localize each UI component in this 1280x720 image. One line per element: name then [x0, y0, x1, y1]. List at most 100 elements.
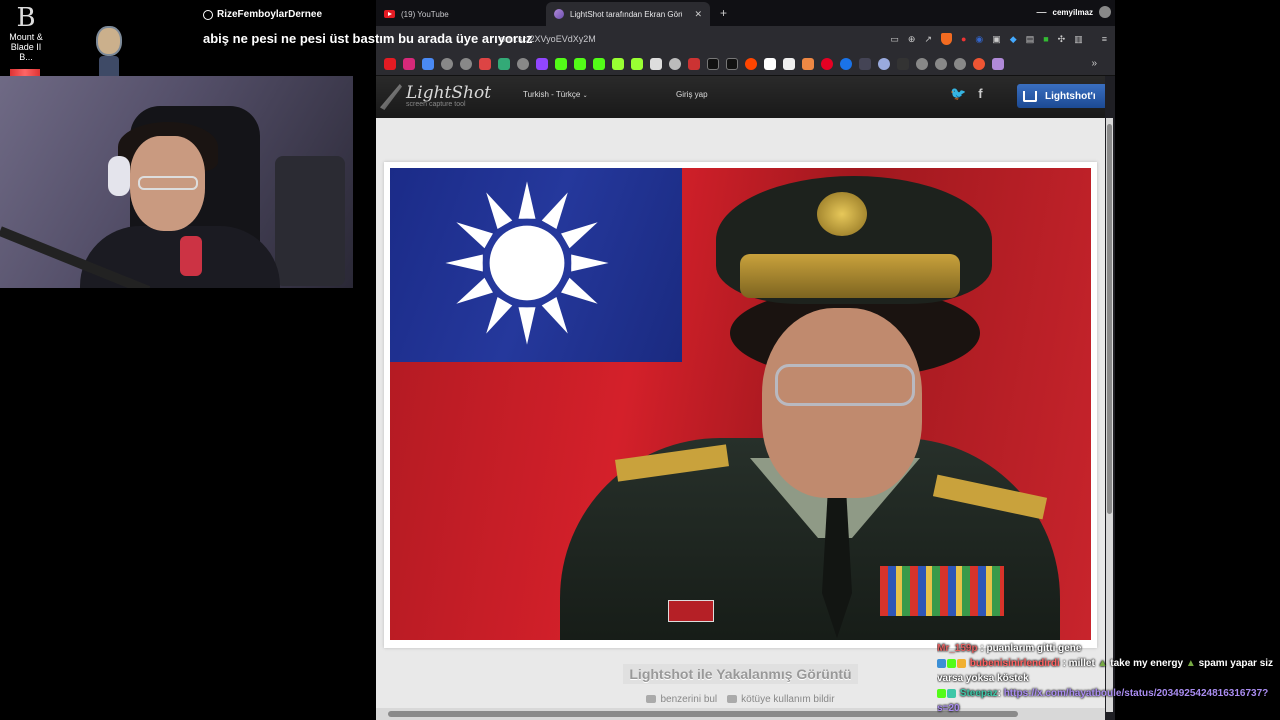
address-bar-actions: ▭ ⊕ ↗ ● ◉ ▣ ◆ ▤ ■ ✣ ▥ ≡: [890, 33, 1107, 45]
lightshot-icon: [554, 9, 564, 19]
bookmarks-more-button[interactable]: »: [1091, 58, 1097, 69]
install-label: Lightshot'ı: [1045, 90, 1096, 102]
minimize-icon[interactable]: —: [1037, 7, 1047, 18]
screenshot-image[interactable]: [390, 168, 1091, 640]
chat-text: take my energy: [1110, 658, 1184, 669]
bookmark-app-icon[interactable]: [878, 57, 890, 70]
bookmark-star-icon[interactable]: [631, 57, 643, 70]
desktop-shortcut-label: Mount & Blade II B...: [9, 32, 43, 62]
bookmark-youtube-icon[interactable]: [384, 57, 396, 70]
extension-icon[interactable]: ■: [1043, 34, 1048, 44]
bookmark-globe-icon[interactable]: [954, 57, 966, 70]
bookmark-p-icon[interactable]: [764, 57, 776, 70]
caption-title: Lightshot ile Yakalanmış Görüntü: [623, 664, 858, 684]
extension-icon[interactable]: ▣: [992, 34, 1001, 45]
new-tab-button[interactable]: +: [720, 6, 727, 20]
bookmark-kick-icon[interactable]: [593, 57, 605, 70]
bookmark-app-icon[interactable]: [802, 57, 814, 70]
install-button[interactable]: Lightshot'ı: [1017, 84, 1105, 108]
screen-icon[interactable]: ▭: [890, 34, 899, 45]
logo-name: LightShot: [406, 83, 492, 103]
bookmark-pinterest-icon[interactable]: [821, 57, 833, 70]
bookmark-translate-icon[interactable]: [422, 57, 434, 70]
bookmark-app-icon[interactable]: [783, 57, 795, 70]
login-link[interactable]: Giriş yap: [676, 90, 708, 99]
tab-lightshot[interactable]: LightShot tarafından Ekran Görü ✕: [546, 2, 710, 26]
chat-message-continued: varsa yoksa köstek: [937, 673, 1029, 684]
bookmark-globe-icon[interactable]: [517, 57, 529, 70]
chat-text: : millet: [1062, 658, 1095, 669]
cap-emblem-icon: [817, 192, 867, 236]
facebook-icon[interactable]: f: [978, 86, 982, 102]
lightshot-header: LightShot screen capture tool Turkish - …: [376, 76, 1105, 118]
language-select[interactable]: Turkish - Türkçe ⌄: [523, 90, 588, 99]
close-icon[interactable]: ✕: [694, 9, 702, 20]
bookmark-star-icon[interactable]: [612, 57, 624, 70]
find-similar-link[interactable]: benzerini bul: [646, 694, 717, 705]
vertical-scrollbar[interactable]: [1106, 118, 1113, 712]
report-abuse-link[interactable]: kötüye kullanım bildir: [727, 694, 835, 705]
share-icon[interactable]: ↗: [924, 34, 932, 45]
badge-icon: [937, 688, 946, 698]
bookmark-twitch-icon[interactable]: [536, 57, 548, 70]
tab-strip: (19) YouTube LightShot tarafından Ekran …: [376, 0, 1115, 26]
bookmark-globe-icon[interactable]: [916, 57, 928, 70]
tab-youtube[interactable]: (19) YouTube: [376, 2, 546, 26]
bookmark-app-icon[interactable]: [973, 57, 985, 70]
chat-link-continued[interactable]: s=20: [937, 701, 1280, 716]
chat-link[interactable]: https://x.com/hayatboule/status/20349254…: [1004, 688, 1269, 699]
desktop-shortcut-mount-blade[interactable]: B Mount & Blade II B...: [4, 4, 48, 62]
brave-shield-icon[interactable]: [940, 33, 952, 45]
badge-icon: [947, 658, 956, 668]
twitter-icon[interactable]: 🐦: [950, 86, 966, 102]
bookmark-x-icon[interactable]: [707, 57, 719, 70]
extension-icon[interactable]: ▤: [1026, 34, 1035, 45]
donor-name: RizeFemboylarDernee: [217, 9, 323, 20]
bookmark-globe-icon[interactable]: [441, 57, 453, 70]
profile-area[interactable]: — cemyilmaz: [1037, 6, 1111, 18]
lightshot-logo[interactable]: LightShot screen capture tool: [380, 84, 491, 110]
report-abuse-label: kötüye kullanım bildir: [741, 694, 835, 705]
bookmark-gmail-icon[interactable]: [479, 57, 491, 70]
lightshot-page: LightShot screen capture tool Turkish - …: [376, 76, 1105, 708]
bookmark-drive-icon[interactable]: [498, 57, 510, 70]
social-links: 🐦 f: [950, 86, 983, 102]
chat-text: : puanlarım gitti gene: [980, 643, 1082, 654]
bookmark-kick-icon[interactable]: [555, 57, 567, 70]
menu-icon[interactable]: ≡: [1102, 34, 1107, 44]
bookmark-anchor-icon[interactable]: [650, 57, 662, 70]
chevron-down-icon: ⌄: [582, 93, 588, 99]
bookmark-play-icon[interactable]: [840, 57, 852, 70]
bookmark-globe-icon[interactable]: [460, 57, 472, 70]
chat-username: bubenisinirlendirdi: [969, 658, 1060, 669]
sidebar-icon[interactable]: ▥: [1074, 34, 1083, 45]
chat-message: bubenisinirlendirdi : millet ▲ take my e…: [937, 656, 1280, 671]
bookmark-kick-icon[interactable]: [574, 57, 586, 70]
avatar[interactable]: [1099, 6, 1111, 18]
browser-window: (19) YouTube LightShot tarafından Ekran …: [376, 0, 1115, 720]
extension-icon[interactable]: ◆: [1010, 34, 1017, 45]
feather-icon: [380, 84, 402, 110]
chat-text: spamı yapar siz: [1198, 658, 1274, 669]
youtube-icon: [384, 10, 395, 18]
emote-icon: ▲: [1185, 658, 1196, 669]
emote-icon: ▲: [1097, 658, 1108, 669]
extension-icon[interactable]: ●: [961, 34, 966, 44]
bookmark-instagram-icon[interactable]: [403, 57, 415, 70]
chat-username: Mr_159p: [937, 643, 978, 654]
stream-screen: B Mount & Blade II B... RizeFemboylarDer…: [0, 0, 1280, 720]
bookmark-app-icon[interactable]: [688, 57, 700, 70]
bookmark-x-icon[interactable]: [726, 57, 738, 70]
extension-icon[interactable]: ◉: [975, 34, 983, 45]
extensions-puzzle-icon[interactable]: ✣: [1058, 34, 1066, 45]
chat-username: Steepaz: [959, 688, 998, 699]
tab-label: LightShot tarafından Ekran Görü: [570, 9, 682, 19]
bookmark-lightshot-icon[interactable]: [992, 57, 1004, 70]
bookmark-app-icon[interactable]: [859, 57, 871, 70]
bookmark-globe-icon[interactable]: [935, 57, 947, 70]
report-icon: [727, 695, 738, 704]
bookmark-reddit-icon[interactable]: [745, 57, 757, 70]
bookmark-openai-icon[interactable]: [669, 57, 681, 70]
zoom-icon[interactable]: ⊕: [908, 34, 916, 45]
bookmark-app-icon[interactable]: [897, 57, 909, 70]
